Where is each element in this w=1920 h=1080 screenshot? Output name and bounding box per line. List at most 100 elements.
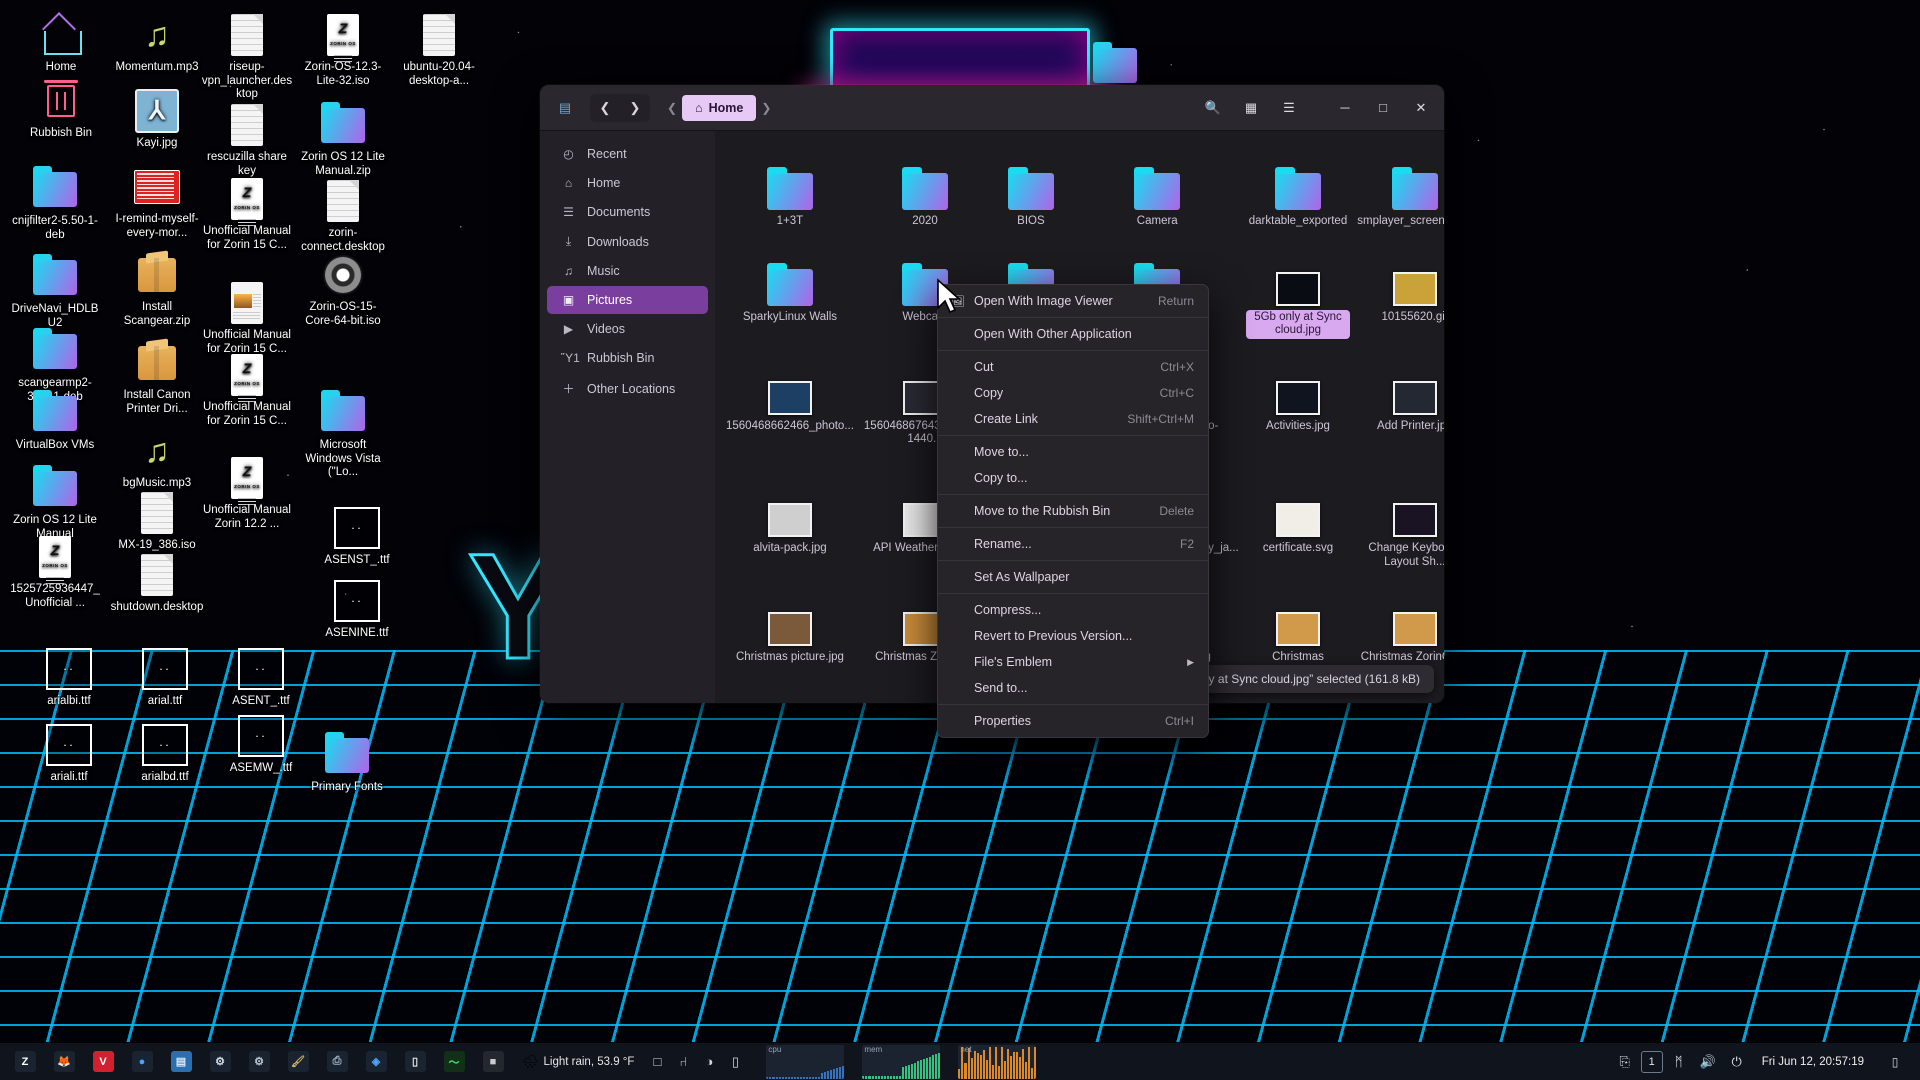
file-grid-folder[interactable]: Camera [1071, 141, 1244, 237]
desktop-icon[interactable]: ⅄Kayi.jpg [110, 88, 204, 151]
menu-item-revert-to-previous-version[interactable]: Revert to Previous Version... [938, 623, 1208, 649]
menu-item-cut[interactable]: CutCtrl+X [938, 354, 1208, 380]
context-menu[interactable]: 🖼Open With Image ViewerReturn Open With O… [937, 284, 1209, 738]
menu-item-file-s-emblem[interactable]: File's Emblem▶ [938, 649, 1208, 675]
menu-item-open-with-other-application[interactable]: Open With Other Application [938, 321, 1208, 347]
file-grid-item[interactable]: 5Gb only at Sync cloud.jpg [1244, 237, 1352, 346]
file-grid-item[interactable]: alvita-pack.jpg [721, 468, 859, 577]
menu-item-move-to[interactable]: Move to... [938, 439, 1208, 465]
gparted-icon[interactable]: ⚙ [201, 1045, 239, 1079]
desktop-icon[interactable]: rescuzilla share key [200, 102, 294, 178]
desktop-icon[interactable]: ZZORIN OSUnofficial Manual for Zorin 15 … [200, 176, 294, 252]
desktop-icon[interactable]: Microsoft Windows Vista ("Lo... [296, 390, 390, 480]
desktop-icon[interactable]: Zorin-OS-15-Core-64-bit.iso [296, 252, 390, 328]
graph-cpu[interactable]: cpu [766, 1045, 844, 1079]
menu-item-copy-to[interactable]: Copy to... [938, 465, 1208, 491]
desktop-icon[interactable]: ZZORIN OS1525725936447_Unofficial ... [8, 534, 102, 610]
menu-item-move-to-the-rubbish-bin[interactable]: Move to the Rubbish BinDelete [938, 498, 1208, 524]
desktop-icon[interactable]: cnijfilter2-5.50-1-deb [8, 166, 102, 242]
desktop-icon[interactable]: riseup-vpn_launcher.desktop [200, 12, 294, 102]
desktop-icon[interactable]: ZZORIN OSZorin-OS-12.3-Lite-32.iso [296, 12, 390, 88]
desktop-icon[interactable]: ariali.ttf [22, 722, 116, 785]
grid-view-icon[interactable]: ▦ [1234, 91, 1268, 125]
sidebar-item-home[interactable]: ⌂Home [547, 169, 708, 197]
graph-net[interactable]: net [958, 1045, 1036, 1079]
firefox-icon[interactable]: 🦊 [45, 1045, 83, 1079]
virtualbox-icon[interactable]: ◈ [357, 1045, 395, 1079]
sidebar-item-rubbish-bin[interactable]: Ὕ1Rubbish Bin [547, 344, 708, 372]
desktop-icon[interactable]: DriveNavi_HDLBU2 [8, 254, 102, 330]
menu-item-rename[interactable]: Rename...F2 [938, 531, 1208, 557]
zorin-menu-icon[interactable]: Z [6, 1045, 44, 1079]
breadcrumb-home[interactable]: ⌂ Home [682, 95, 756, 121]
settings-icon[interactable]: ⚙ [240, 1045, 278, 1079]
file-grid-folder[interactable]: smplayer_screenshots [1352, 141, 1444, 237]
file-grid-folder[interactable]: SparkyLinux Walls [721, 237, 859, 346]
file-grid-item[interactable]: 1560468662466_photo... [721, 346, 859, 469]
file-grid-item[interactable]: Activities.jpg [1244, 346, 1352, 469]
display-icon[interactable]: □ [644, 1045, 670, 1079]
workspace-indicator[interactable]: 1 [1641, 1051, 1663, 1073]
desktop-icon[interactable]: VirtualBox VMs [8, 390, 102, 453]
menu-item-open-with-image-viewer[interactable]: 🖼Open With Image ViewerReturn [938, 288, 1208, 314]
desktop-icon[interactable]: Zorin OS 12 Lite Manual.zip [296, 102, 390, 178]
bluetooth-icon[interactable]: ᛗ [1666, 1045, 1692, 1079]
desktop-icon[interactable]: ASENT_.ttf [214, 646, 308, 709]
desktop-icon[interactable]: Install Scangear.zip [110, 252, 204, 328]
clock[interactable]: Fri Jun 12, 20:57:19 [1752, 1056, 1874, 1068]
sidebar-toggle-icon[interactable]: ▤ [550, 94, 580, 122]
desktop-icon[interactable]: arialbi.ttf [22, 646, 116, 709]
desktop-icon[interactable]: ♫Momentum.mp3 [110, 12, 204, 75]
desktop-icon[interactable]: ♫bgMusic.mp3 [110, 428, 204, 491]
sidebar-item-videos[interactable]: ▶Videos [547, 315, 708, 343]
sidebar-item-recent[interactable]: ◴Recent [547, 140, 708, 168]
desktop-icon[interactable]: Home [14, 12, 108, 75]
graph-mem[interactable]: mem [862, 1045, 940, 1079]
system-monitor-icon[interactable]: 〜 [435, 1045, 473, 1079]
file-grid-item[interactable]: Add Printer.jpg [1352, 346, 1444, 469]
desktop-icon[interactable]: arialbd.ttf [118, 722, 212, 785]
hamburger-menu-icon[interactable]: ☰ [1272, 91, 1306, 125]
menu-item-create-link[interactable]: Create LinkShift+Ctrl+M [938, 406, 1208, 432]
desktop-icon[interactable]: Unofficial Manual for Zorin 15 C... [200, 280, 294, 356]
desktop-icon[interactable]: shutdown.desktop [110, 552, 204, 615]
desktop-icon[interactable]: arial.ttf [118, 646, 212, 709]
desktop-icon[interactable]: zorin-connect.desktop [296, 178, 390, 254]
usb-icon[interactable]: ⑁ [670, 1045, 696, 1079]
sidebar-item-pictures[interactable]: ▣Pictures [547, 286, 708, 314]
menu-item-set-as-wallpaper[interactable]: Set As Wallpaper [938, 564, 1208, 590]
power-icon[interactable]: ⏻ [1724, 1045, 1750, 1079]
desktop-icon[interactable]: MX-19_386.iso [110, 490, 204, 553]
text-editor-icon[interactable]: ▯ [396, 1045, 434, 1079]
chromium-icon[interactable]: ● [123, 1045, 161, 1079]
desktop-icon[interactable]: Rubbish Bin [14, 78, 108, 141]
menu-item-properties[interactable]: PropertiesCtrl+I [938, 708, 1208, 734]
printer-icon[interactable]: ⎙ [318, 1045, 356, 1079]
desktop-icon[interactable]: ASEMW_.ttf [214, 713, 308, 776]
minimize-icon[interactable]: ─ [1328, 91, 1362, 125]
vivaldi-icon[interactable]: V [84, 1045, 122, 1079]
menu-item-compress[interactable]: Compress... [938, 597, 1208, 623]
back-button[interactable]: ❮ [590, 94, 620, 122]
taskbar[interactable]: Z🦊V●▤⚙⚙🖌⎙◈▯〜■ 🌧 Light rain, 53.9 °F □⑁◑▯… [0, 1042, 1920, 1080]
close-icon[interactable]: ✕ [1404, 91, 1438, 125]
volume-icon[interactable]: 🔊 [1695, 1045, 1721, 1079]
path-prev-button[interactable]: ❮ [662, 101, 682, 115]
files-icon[interactable]: ▤ [162, 1045, 200, 1079]
show-desktop-icon[interactable]: ▯ [1876, 1045, 1914, 1079]
file-grid-folder[interactable]: darktable_exported [1244, 141, 1352, 237]
maximize-icon[interactable]: □ [1366, 91, 1400, 125]
menu-item-send-to[interactable]: Send to... [938, 675, 1208, 701]
desktop-icon[interactable]: ASENST_.ttf [310, 505, 404, 568]
file-grid-item[interactable]: Change Keyboard Layout Sh... [1352, 468, 1444, 577]
menu-item-copy[interactable]: CopyCtrl+C [938, 380, 1208, 406]
desktop-icon[interactable]: ubuntu-20.04-desktop-a... [392, 12, 486, 88]
desktop-icon[interactable]: Primary Fonts [300, 732, 394, 795]
file-grid-folder[interactable]: 2020 [859, 141, 991, 237]
gimp-icon[interactable]: 🖌 [279, 1045, 317, 1079]
clipboard-icon[interactable]: ⎘ [1612, 1045, 1638, 1079]
file-grid-item[interactable]: Christmas picture.jpg [721, 577, 859, 686]
file-grid-folder[interactable]: BIOS [991, 141, 1071, 237]
owl-icon[interactable]: ◑ [696, 1045, 722, 1079]
file-grid-item[interactable]: 10155620.gif [1352, 237, 1444, 346]
